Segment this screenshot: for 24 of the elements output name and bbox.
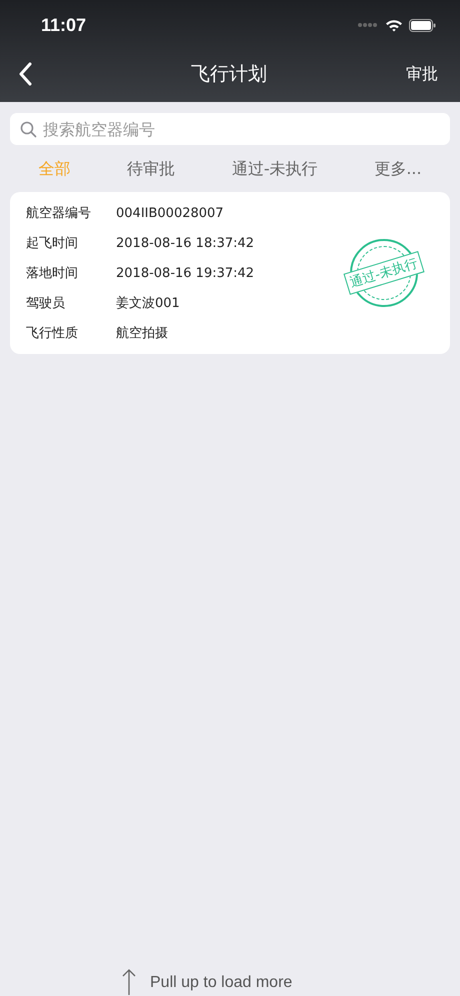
filter-tab[interactable]: 更多... [370,157,426,182]
field-label: 飞行性质 [26,325,79,342]
up-arrow-icon [122,968,136,996]
load-more-text: Pull up to load more [150,974,292,992]
plan-card[interactable]: 航空器编号 004IIB00028007 起飞时间 2018-08-16 18:37:42 落地时间 2018-08-16 19:37:42 驾驶员 姜文波001 飞行性质 航空拍摄 通过-未执行 [10,192,450,354]
field-value: 004IIB00028007 [116,206,224,220]
approve-button[interactable]: 审批 [406,64,438,84]
filter-tab[interactable]: 通过-未执行 [228,157,322,182]
battery-icon [409,18,436,32]
field-value: 2018-08-16 18:37:42 [116,236,254,250]
signal-icon [357,22,379,28]
field-value: 姜文波001 [116,294,180,312]
status-time: 11:07 [41,14,86,36]
back-icon[interactable] [18,62,32,86]
field-label: 落地时间 [26,265,79,282]
field-label: 起飞时间 [26,235,79,252]
field-label: 驾驶员 [26,295,66,312]
field-value: 航空拍摄 [116,325,168,342]
field-value: 2018-08-16 19:37:42 [116,266,254,280]
filter-tab[interactable]: 待审批 [123,157,180,182]
wifi-icon [385,18,403,32]
field-label: 航空器编号 [26,205,92,222]
search-field[interactable]: 搜索航空器编号 [10,113,450,145]
nav-title: 飞行计划 [191,62,267,87]
